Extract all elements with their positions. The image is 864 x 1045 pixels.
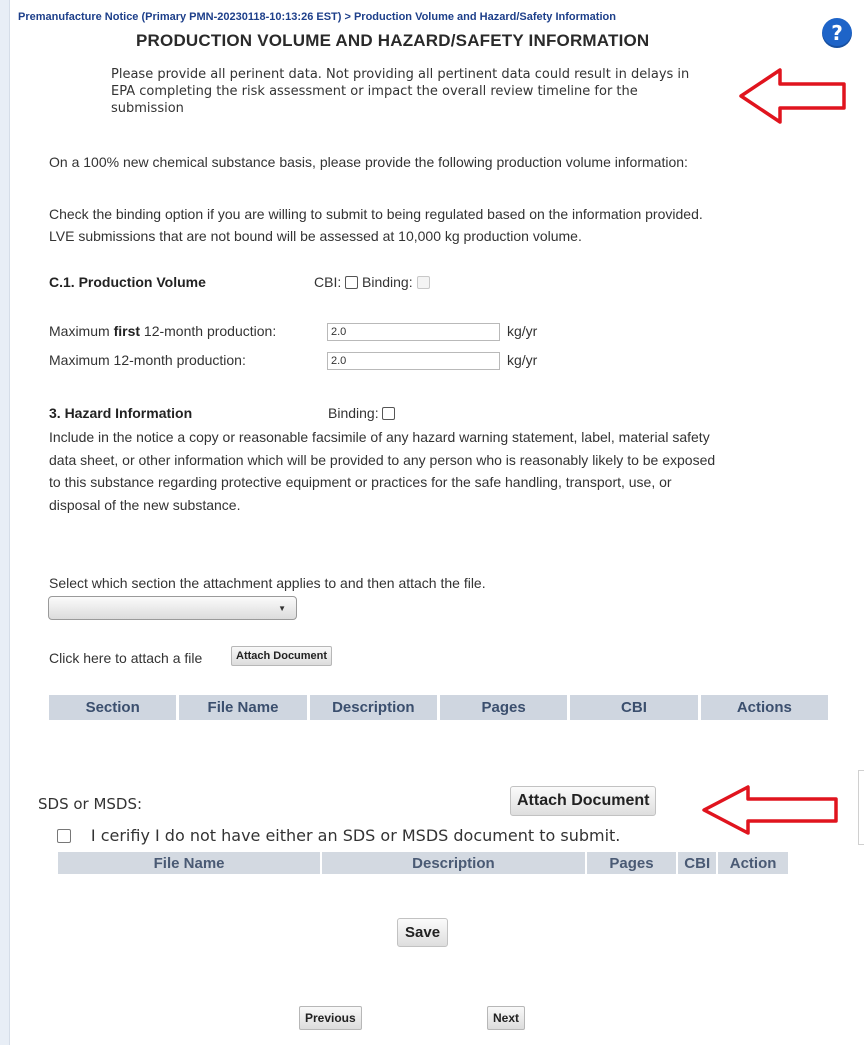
annotation-arrow-icon xyxy=(739,68,846,124)
sds-attach-document-button[interactable]: Attach Document xyxy=(510,786,657,816)
sds-table: File Name Description Pages CBI Action xyxy=(56,852,790,874)
max-production-label: Maximum 12-month production: xyxy=(49,352,246,368)
production-binding-checkbox[interactable] xyxy=(416,276,430,289)
binding-instruction: Check the binding option if you are will… xyxy=(49,203,839,247)
page-title: PRODUCTION VOLUME AND HAZARD/SAFETY INFO… xyxy=(136,31,650,50)
breadcrumb[interactable]: Premanufacture Notice (Primary PMN-20230… xyxy=(18,11,616,23)
hazard-binding: Binding: xyxy=(328,405,396,421)
attach-document-button[interactable]: Attach Document xyxy=(231,646,333,666)
max-production-input[interactable] xyxy=(327,352,500,370)
cbi-checkbox[interactable] xyxy=(345,276,359,289)
no-sds-checkbox[interactable] xyxy=(57,829,71,843)
dropdown-arrow-icon: ▼ xyxy=(278,604,286,613)
left-frame-edge xyxy=(0,0,10,1045)
pertinent-data-notice: Please provide all perinent data. Not pr… xyxy=(111,66,736,117)
column-header[interactable]: File Name xyxy=(58,852,321,874)
production-volume-flags: CBI: Binding: xyxy=(314,274,430,290)
help-icon[interactable]: ? xyxy=(822,18,852,48)
select-instruction: Select which section the attachment appl… xyxy=(49,575,486,591)
column-header[interactable]: Pages xyxy=(586,852,677,874)
first-emphasis: first xyxy=(113,323,141,339)
attachment-table-header: Section File Name Description Pages CBI … xyxy=(49,695,828,720)
annotation-arrow-icon xyxy=(702,785,838,835)
column-header[interactable]: CBI xyxy=(570,695,698,720)
no-sds-certify-text: I cerifiy I do not have either an SDS or… xyxy=(90,826,621,845)
attachment-table: Section File Name Description Pages CBI … xyxy=(46,695,831,720)
binding-label: Binding: xyxy=(328,405,379,421)
sds-table-header: File Name Description Pages CBI Action xyxy=(58,852,788,874)
hazard-line: disposal of the new substance. xyxy=(49,496,241,513)
first-production-label-text: 12-month production: xyxy=(140,323,277,339)
column-header[interactable]: Actions xyxy=(700,695,828,720)
basis-instruction: On a 100% new chemical substance basis, … xyxy=(49,154,688,170)
first-production-unit: kg/yr xyxy=(507,323,538,339)
first-production-label-text: Maximum xyxy=(49,323,114,339)
production-volume-heading: C.1. Production Volume xyxy=(49,274,206,290)
column-header[interactable]: Action xyxy=(718,852,788,874)
no-sds-certify-row: I cerifiy I do not have either an SDS or… xyxy=(57,826,620,845)
hazard-description: Include in the notice a copy or reasonab… xyxy=(49,426,839,516)
column-header[interactable]: Description xyxy=(322,852,585,874)
section-select[interactable]: ▼ xyxy=(48,596,297,620)
first-production-label: Maximum first 12-month production: xyxy=(49,323,276,339)
column-header[interactable]: File Name xyxy=(179,695,307,720)
hazard-binding-checkbox[interactable] xyxy=(382,407,396,420)
sds-label: SDS or MSDS: xyxy=(38,795,143,813)
binding-label: Binding: xyxy=(362,274,413,290)
max-production-unit: kg/yr xyxy=(507,352,538,368)
previous-button[interactable]: Previous xyxy=(299,1006,362,1030)
column-header[interactable]: CBI xyxy=(678,852,717,874)
hazard-heading: 3. Hazard Information xyxy=(49,405,193,421)
hazard-line: data sheet, or other information which w… xyxy=(49,451,716,468)
column-header[interactable]: Section xyxy=(49,695,177,720)
cbi-label: CBI: xyxy=(314,274,342,290)
binding-instruction-line: LVE submissions that are not bound will … xyxy=(49,228,582,244)
first-production-input[interactable] xyxy=(327,323,500,341)
column-header[interactable]: Pages xyxy=(439,695,568,720)
save-button[interactable]: Save xyxy=(397,918,449,947)
notice-line: submission xyxy=(111,101,184,116)
binding-instruction-line: Check the binding option if you are will… xyxy=(49,206,703,222)
notice-line: EPA completing the risk assessment or im… xyxy=(111,84,638,99)
column-header[interactable]: Description xyxy=(309,695,437,720)
hazard-line: to this substance regarding protective e… xyxy=(49,474,672,490)
next-button[interactable]: Next xyxy=(487,1006,526,1030)
attach-prompt: Click here to attach a file xyxy=(49,650,203,666)
notice-line: Please provide all perinent data. Not pr… xyxy=(111,67,690,82)
page-scroll-edge xyxy=(858,770,864,845)
hazard-line: Include in the notice a copy or reasonab… xyxy=(49,429,710,445)
